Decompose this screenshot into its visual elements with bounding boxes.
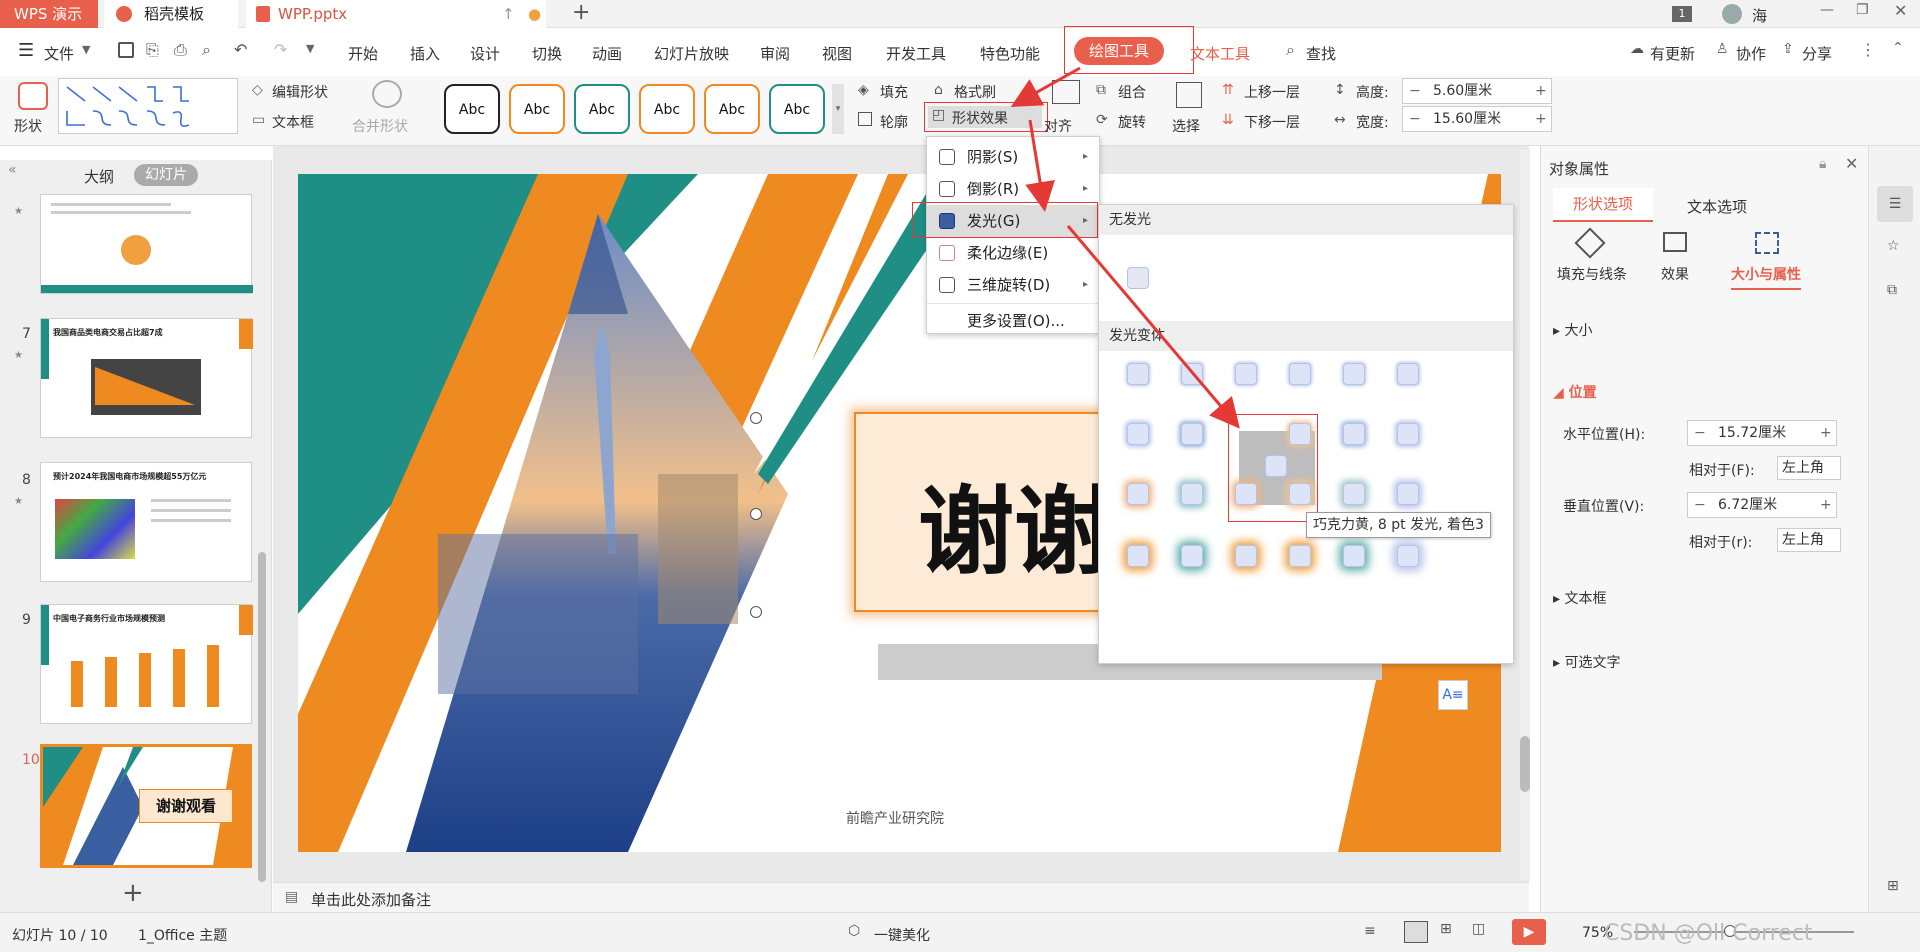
v-position-label: 垂直位置(V):	[1563, 499, 1645, 515]
effect-icon	[1663, 232, 1687, 252]
relative-select-2[interactable]: 左上角	[1777, 528, 1841, 552]
panel-title: 对象属性	[1549, 160, 1610, 178]
v-position-value: 6.72厘米	[1718, 497, 1778, 513]
subtab-size-property[interactable]: 大小与属性	[1731, 264, 1801, 290]
normal-view-icon[interactable]	[1404, 921, 1428, 943]
close-panel-icon[interactable]: ✕	[1845, 154, 1858, 173]
apps-icon[interactable]: ⊞	[1887, 878, 1899, 894]
section-size-label: 大小	[1564, 323, 1593, 339]
relative-select-1[interactable]: 左上角	[1777, 456, 1841, 480]
beautify-button[interactable]: 一键美化	[874, 925, 930, 945]
play-slideshow-button[interactable]: ▶	[1512, 919, 1546, 945]
size-property-icon	[1755, 232, 1779, 254]
section-position[interactable]: ◢ 位置	[1553, 382, 1597, 402]
beautify-icon: ⬡	[848, 923, 861, 939]
relative-value-2: 左上角	[1782, 532, 1824, 548]
status-bar: 幻灯片 10 / 10 1_Office 主题 ⬡ 一键美化 ≡ ⊞ ◫ ▶ 7…	[0, 912, 1920, 952]
v-position-increment[interactable]: +	[1820, 493, 1832, 517]
relative-value-1: 左上角	[1782, 460, 1824, 476]
v-position-decrement[interactable]: −	[1694, 493, 1706, 517]
theme-name: 1_Office 主题	[138, 928, 228, 944]
h-position-label: 水平位置(H):	[1563, 427, 1646, 443]
v-position-field[interactable]: − 6.72厘米 +	[1687, 492, 1837, 518]
lock-icon[interactable]: 🔒︎	[1819, 156, 1826, 172]
subtab-effect[interactable]: 效果	[1661, 264, 1689, 284]
layers-icon[interactable]: ⧉	[1887, 282, 1897, 298]
reading-view-icon[interactable]: ◫	[1472, 921, 1485, 937]
section-textbox[interactable]: ▸ 文本框	[1553, 588, 1606, 608]
properties-icon[interactable]: ☰	[1877, 186, 1913, 222]
slide-sorter-icon[interactable]: ⊞	[1440, 921, 1452, 937]
section-alt-text-label: 可选文字	[1564, 655, 1621, 671]
h-position-increment[interactable]: +	[1820, 421, 1832, 445]
h-position-value: 15.72厘米	[1718, 425, 1787, 441]
watermark: CSDN @Oll Correct	[1604, 921, 1813, 946]
star-icon[interactable]: ☆	[1887, 238, 1900, 254]
subtab-fill-line[interactable]: 填充与线条	[1557, 264, 1627, 284]
notes-toggle-icon[interactable]: ≡	[1364, 923, 1376, 939]
tab-text-options[interactable]: 文本选项	[1687, 196, 1747, 217]
section-textbox-label: 文本框	[1564, 591, 1607, 607]
h-position-decrement[interactable]: −	[1694, 421, 1706, 445]
relative-label-f: 相对于(F):	[1689, 463, 1755, 479]
slide-counter: 幻灯片 10 / 10	[12, 928, 108, 944]
tab-shape-options[interactable]: 形状选项	[1553, 188, 1653, 222]
relative-label-r: 相对于(r):	[1689, 535, 1753, 551]
fill-line-icon	[1574, 227, 1606, 259]
right-tool-strip: ☰ ☆ ⧉ ⊞	[1868, 146, 1920, 912]
section-position-label: 位置	[1568, 385, 1597, 401]
object-properties-panel: 对象属性 🔒︎ ✕ 形状选项 文本选项 填充与线条 效果 大小与属性 ▸ 大小 …	[1540, 146, 1868, 912]
h-position-field[interactable]: − 15.72厘米 +	[1687, 420, 1837, 446]
section-size[interactable]: ▸ 大小	[1553, 320, 1592, 340]
section-alt-text[interactable]: ▸ 可选文字	[1553, 652, 1620, 672]
